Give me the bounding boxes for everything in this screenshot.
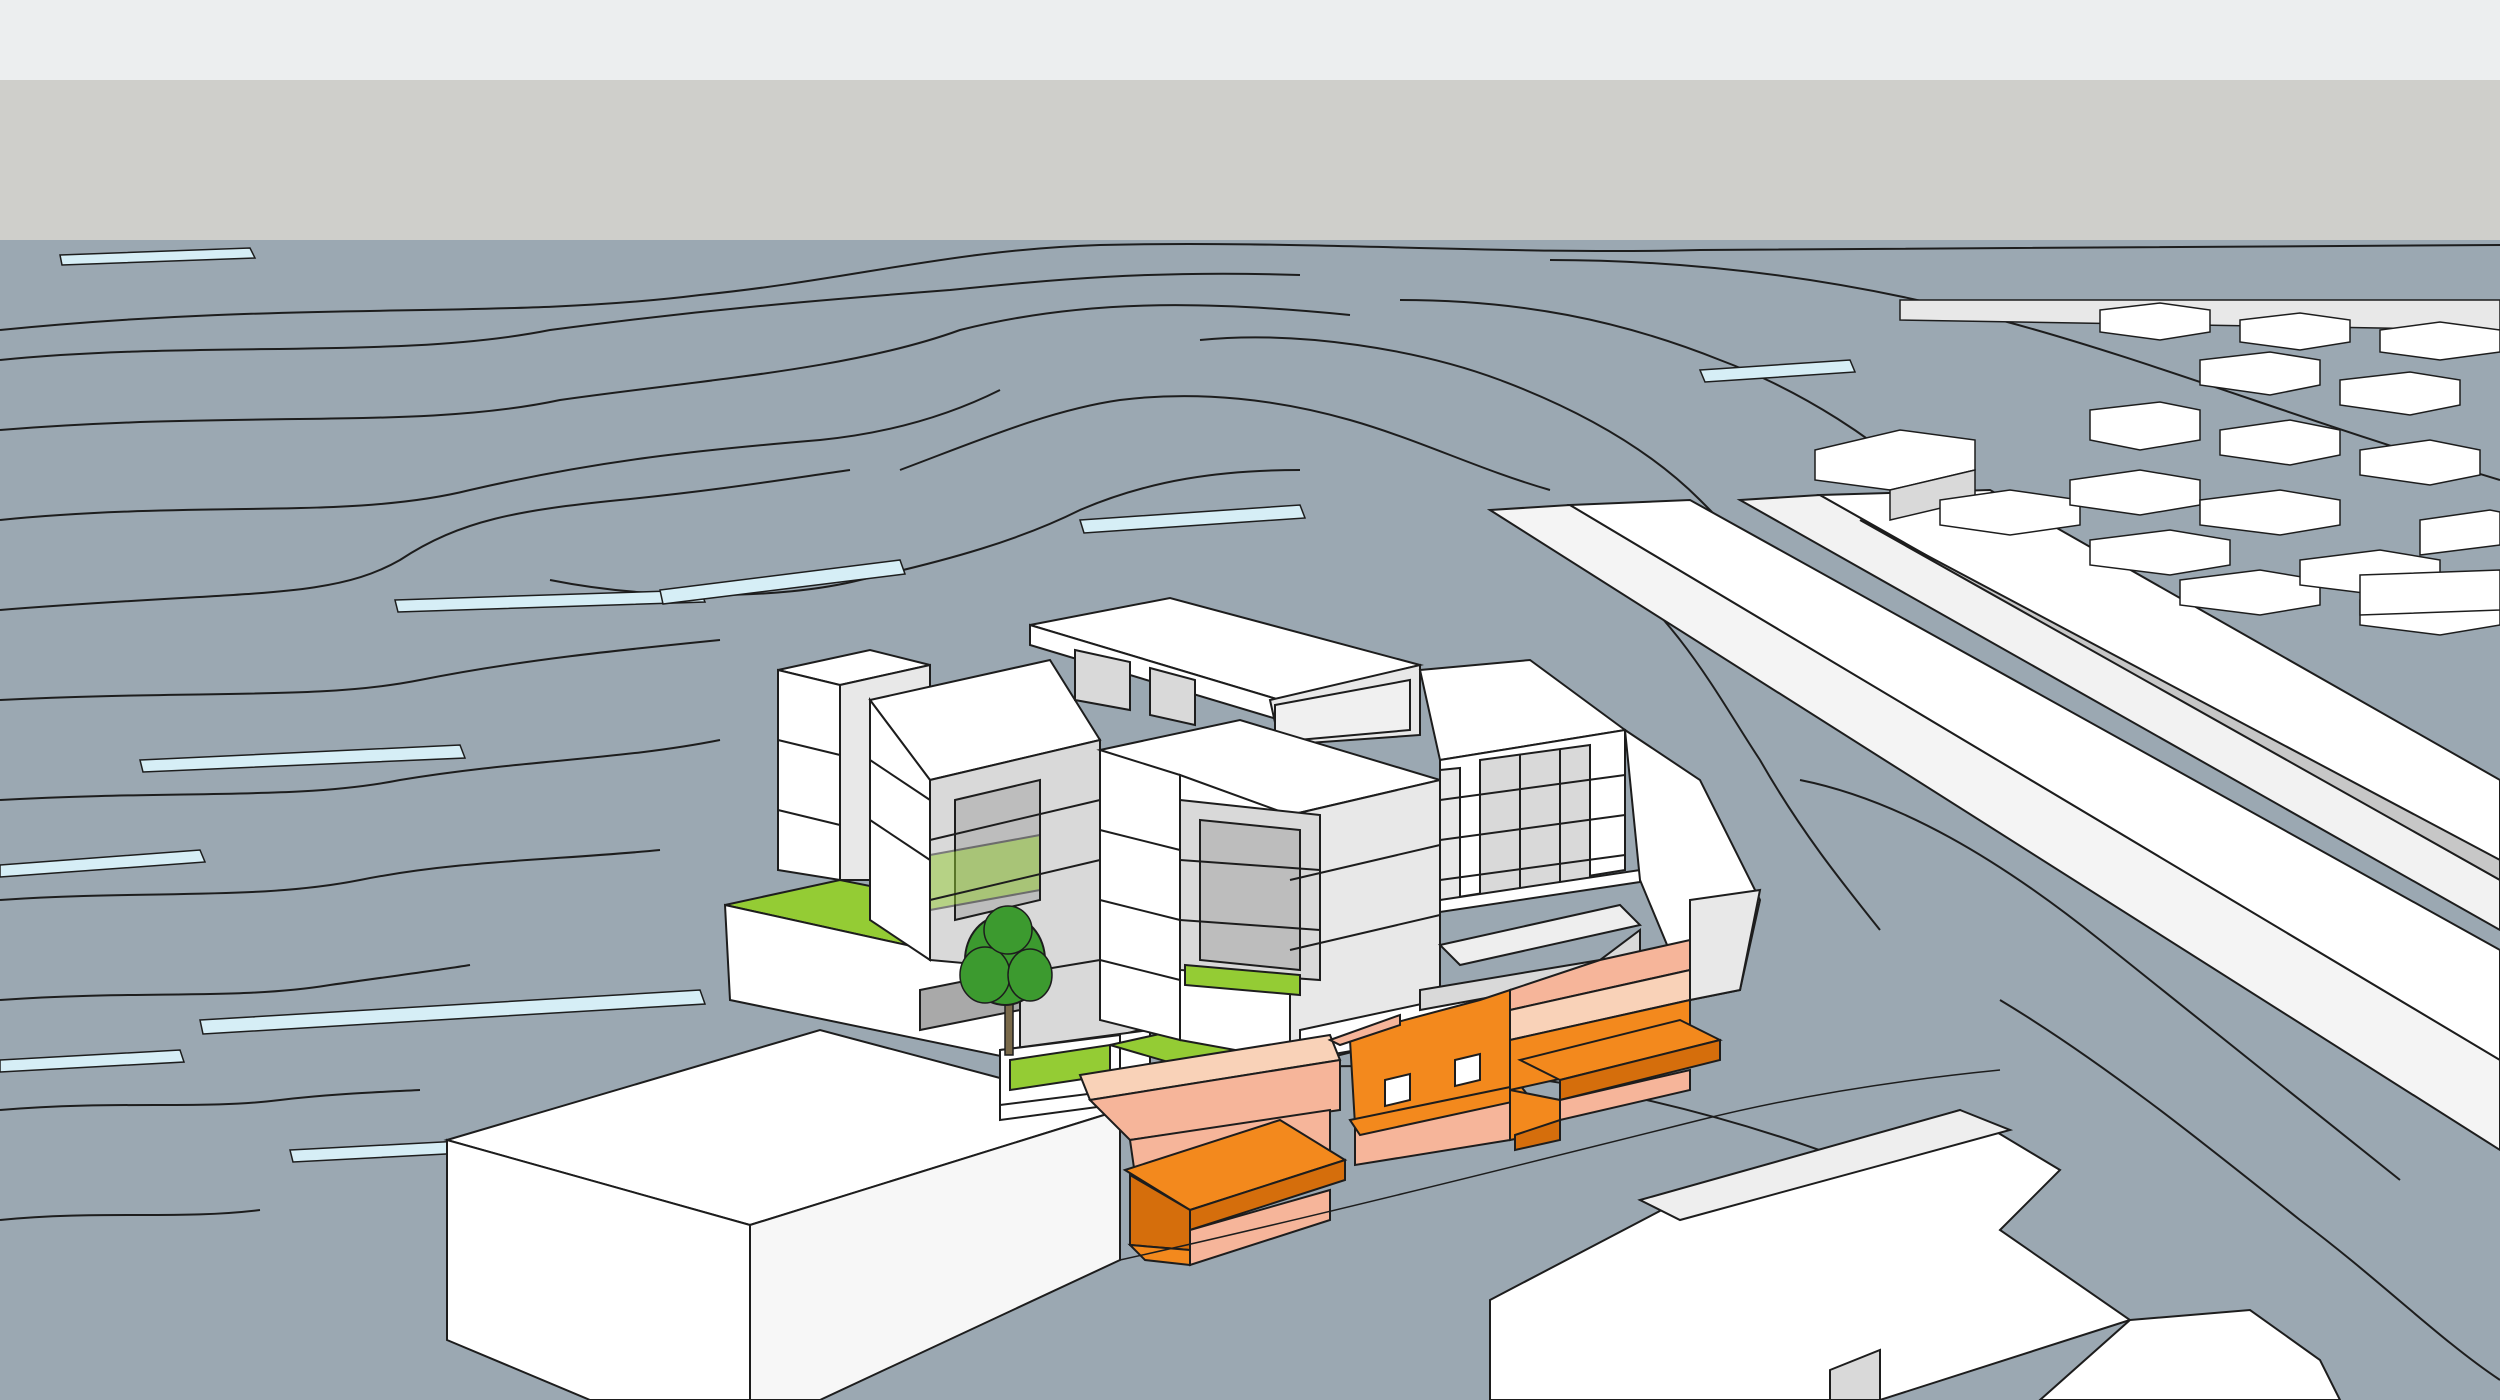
top-band (0, 0, 2500, 80)
sky (0, 80, 2500, 245)
tower-c (1096, 718, 1444, 1062)
sketchup-scene (0, 0, 2500, 1400)
